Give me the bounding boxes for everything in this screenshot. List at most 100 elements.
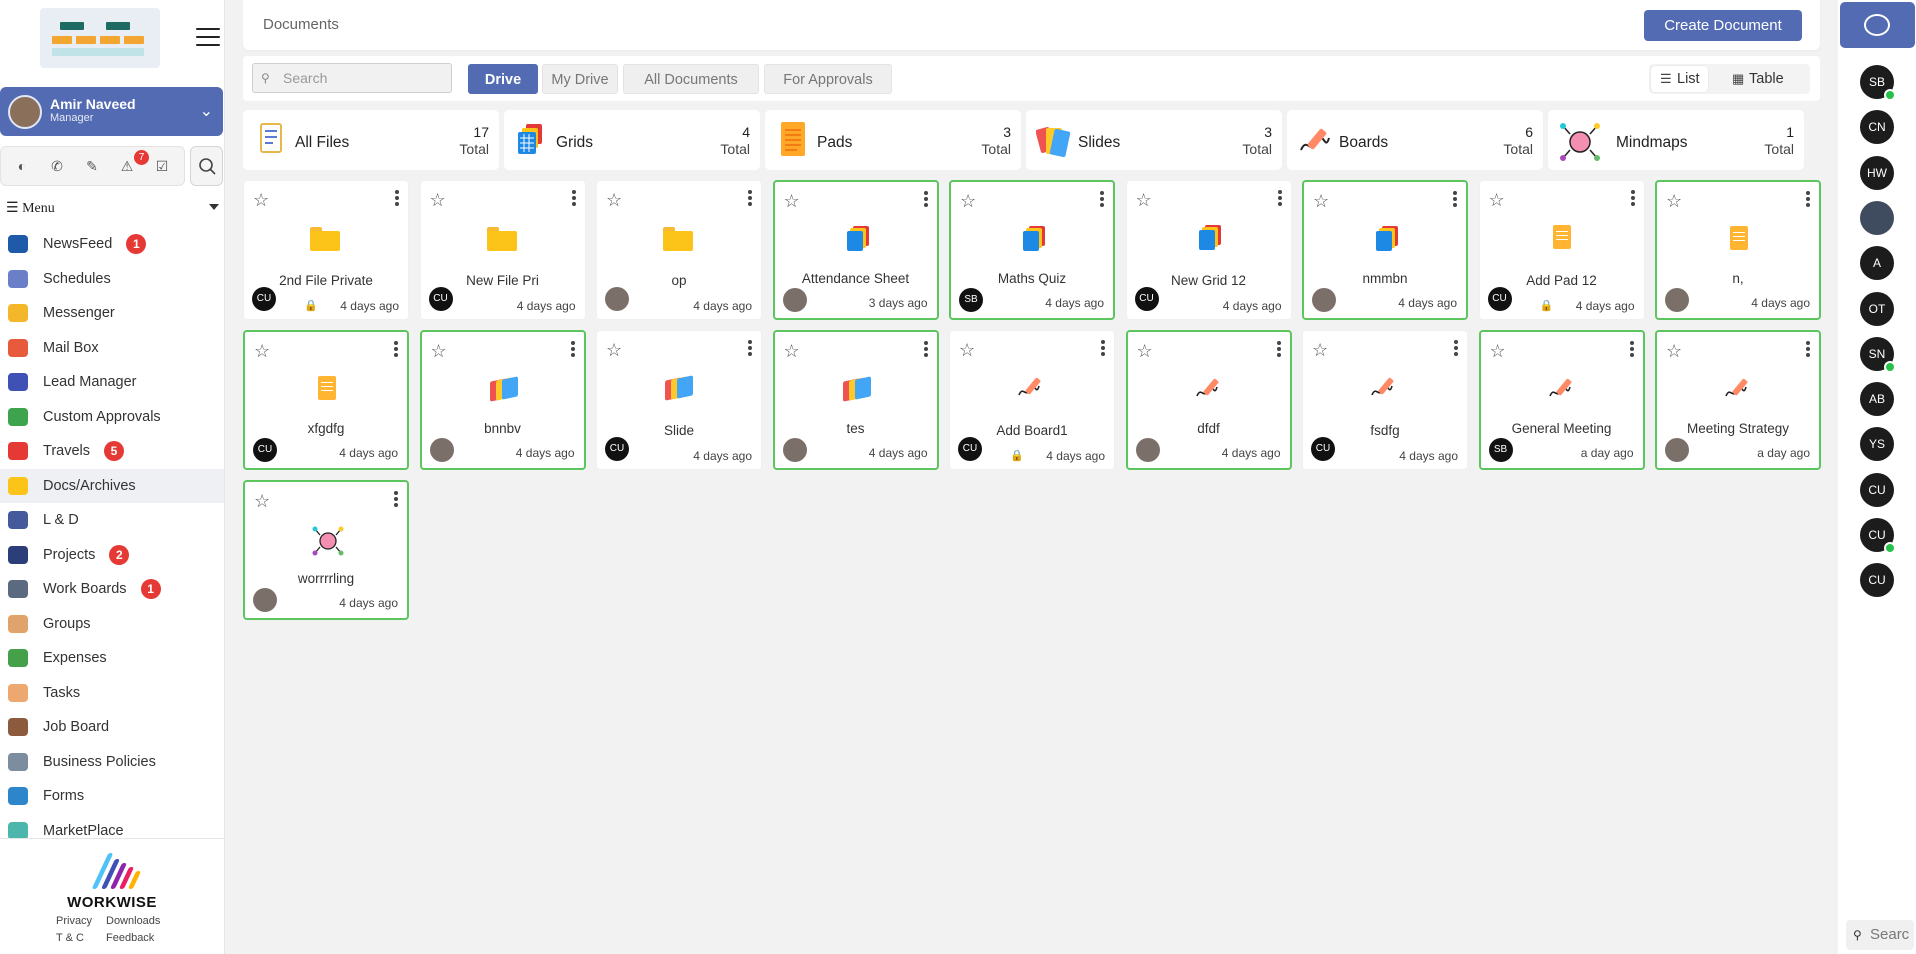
theme-toggle-icon[interactable]: ◐ (14, 158, 30, 174)
more-options-icon[interactable] (571, 190, 576, 206)
sidebar-item-custom-approvals[interactable]: Custom Approvals (0, 400, 224, 435)
sidebar-item-tasks[interactable]: Tasks (0, 676, 224, 711)
sidebar-item-travels[interactable]: Travels 5 (0, 434, 224, 469)
stat-card-grids[interactable]: Grids 4 Total (504, 110, 760, 170)
contact-avatar[interactable]: AB (1860, 382, 1894, 417)
document-card[interactable]: ☆ Add Pad 12 CU 🔒 4 days ago (1478, 180, 1645, 320)
more-options-icon[interactable] (748, 190, 752, 206)
sidebar-item-projects[interactable]: Projects 2 (0, 538, 224, 573)
star-icon[interactable]: ☆ (606, 191, 622, 209)
star-icon[interactable]: ☆ (1666, 342, 1682, 360)
company-logo[interactable] (40, 8, 160, 68)
star-icon[interactable]: ☆ (1490, 342, 1506, 360)
document-card[interactable]: ☆ Attendance Sheet 3 days ago (772, 180, 939, 320)
chat-button[interactable] (1840, 2, 1915, 48)
star-icon[interactable]: ☆ (431, 342, 447, 360)
sidebar-item-schedules[interactable]: Schedules (0, 262, 224, 297)
contact-avatar[interactable]: CU (1860, 518, 1896, 554)
star-icon[interactable]: ☆ (1313, 192, 1329, 210)
star-icon[interactable]: ☆ (606, 341, 622, 359)
more-options-icon[interactable] (570, 341, 575, 357)
tab-all-documents[interactable]: All Documents (623, 64, 759, 94)
star-icon[interactable]: ☆ (784, 192, 800, 210)
terms-link[interactable]: T & C (56, 930, 106, 947)
checkbox-icon[interactable]: ☑ (154, 158, 170, 174)
more-options-icon[interactable] (1276, 341, 1281, 357)
more-options-icon[interactable] (394, 491, 398, 507)
stat-card-all-files[interactable]: All Files 17 Total (243, 110, 499, 170)
privacy-link[interactable]: Privacy (56, 913, 106, 930)
downloads-link[interactable]: Downloads (106, 913, 160, 930)
feedback-link[interactable]: Feedback (106, 930, 154, 947)
more-options-icon[interactable] (1277, 190, 1282, 206)
more-options-icon[interactable] (394, 341, 398, 357)
document-card[interactable]: ☆ Slide CU 4 days ago (596, 330, 762, 470)
star-icon[interactable]: ☆ (1489, 191, 1505, 209)
tab-for-approvals[interactable]: For Approvals (764, 64, 892, 94)
chevron-down-icon[interactable]: ⌄ (200, 101, 213, 121)
star-icon[interactable]: ☆ (1137, 342, 1153, 360)
table-view-button[interactable]: ▦ Table (1723, 66, 1792, 92)
star-icon[interactable]: ☆ (1136, 191, 1152, 209)
document-card[interactable]: ☆ bnnbv 4 days ago (419, 330, 586, 470)
more-options-icon[interactable] (1453, 191, 1457, 207)
document-card[interactable]: ☆ New Grid 12 CU 4 days ago (1125, 180, 1292, 320)
contact-avatar[interactable]: HW (1860, 155, 1894, 190)
star-icon[interactable]: ☆ (960, 192, 976, 210)
hamburger-menu-icon[interactable] (196, 28, 220, 48)
phone-icon[interactable]: ✆ (49, 158, 65, 174)
contact-avatar[interactable] (1860, 200, 1894, 235)
menu-section-header[interactable]: ☰ Menu (6, 200, 221, 218)
tab-drive[interactable]: Drive (468, 64, 538, 94)
more-options-icon[interactable] (1806, 191, 1810, 207)
more-options-icon[interactable] (1101, 340, 1105, 356)
edit-icon[interactable]: ✎ (84, 158, 100, 174)
document-card[interactable]: ☆ n, 4 days ago (1655, 180, 1821, 320)
document-card[interactable]: ☆ worrrrling 4 days ago (243, 480, 409, 620)
stat-card-boards[interactable]: Boards 6 Total (1287, 110, 1543, 170)
document-card[interactable]: ☆ Maths Quiz SB 4 days ago (949, 180, 1115, 320)
stat-card-slides[interactable]: Slides 3 Total (1026, 110, 1282, 170)
document-card[interactable]: ☆ dfdf 4 days ago (1125, 330, 1292, 470)
star-icon[interactable]: ☆ (430, 191, 446, 209)
star-icon[interactable]: ☆ (784, 342, 800, 360)
list-view-button[interactable]: ☰ List (1651, 66, 1708, 92)
document-card[interactable]: ☆ General Meeting SB a day ago (1478, 330, 1645, 470)
more-options-icon[interactable] (1806, 341, 1810, 357)
search-input[interactable] (283, 68, 443, 88)
sidebar-item-forms[interactable]: Forms (0, 779, 224, 814)
stat-card-mindmaps[interactable]: Mindmaps 1 Total (1548, 110, 1804, 170)
contact-avatar[interactable]: SN (1860, 336, 1896, 373)
rail-search[interactable]: ⚲ Searc (1846, 920, 1914, 950)
sidebar-item-job-board[interactable]: Job Board (0, 710, 224, 745)
document-card[interactable]: ☆ fsdfg CU 4 days ago (1302, 330, 1468, 470)
user-profile-card[interactable]: Amir Naveed Manager ⌄ (0, 87, 223, 136)
sidebar-item-expenses[interactable]: Expenses (0, 641, 224, 676)
document-card[interactable]: ☆ Add Board1 CU 🔒 4 days ago (949, 330, 1115, 470)
sidebar-item-lead-manager[interactable]: Lead Manager (0, 365, 224, 400)
more-options-icon[interactable] (923, 341, 928, 357)
more-options-icon[interactable] (395, 190, 399, 206)
bell-icon[interactable]: ⚠ (119, 158, 135, 174)
tab-my-drive[interactable]: My Drive (542, 64, 618, 94)
contact-avatar[interactable]: CU (1860, 472, 1894, 507)
stat-card-pads[interactable]: Pads 3 Total (765, 110, 1021, 170)
document-card[interactable]: ☆ New File Pri CU 4 days ago (419, 180, 586, 320)
document-card[interactable]: ☆ op 4 days ago (596, 180, 762, 320)
sidebar-item-l-d[interactable]: L & D (0, 503, 224, 538)
contact-avatar[interactable]: SB (1860, 65, 1896, 101)
more-options-icon[interactable] (1630, 190, 1635, 206)
sidebar-item-messenger[interactable]: Messenger (0, 296, 224, 331)
contact-avatar[interactable]: CU (1860, 563, 1894, 598)
contact-avatar[interactable]: A (1860, 246, 1894, 281)
sidebar-item-business-policies[interactable]: Business Policies (0, 745, 224, 780)
more-options-icon[interactable] (1100, 191, 1104, 207)
star-icon[interactable]: ☆ (254, 492, 270, 510)
star-icon[interactable]: ☆ (1666, 192, 1682, 210)
document-card[interactable]: ☆ tes 4 days ago (772, 330, 939, 470)
star-icon[interactable]: ☆ (1312, 341, 1328, 359)
star-icon[interactable]: ☆ (959, 341, 975, 359)
sidebar-item-newsfeed[interactable]: NewsFeed 1 (0, 227, 224, 262)
contact-avatar[interactable]: YS (1860, 427, 1894, 462)
contact-avatar[interactable]: CN (1860, 110, 1894, 145)
